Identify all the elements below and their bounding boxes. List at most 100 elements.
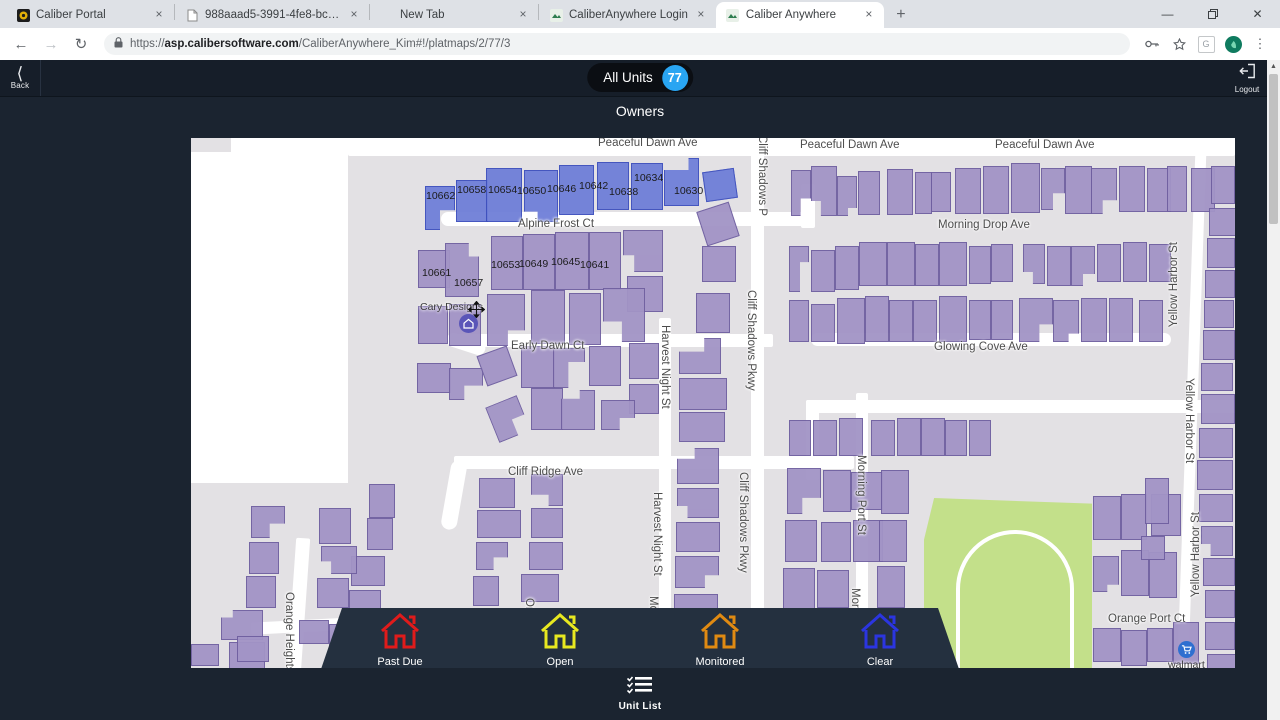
unit-building[interactable] <box>702 167 738 203</box>
unit-building[interactable] <box>897 418 921 456</box>
tab-close-icon[interactable]: × <box>516 8 530 22</box>
unit-building[interactable] <box>589 346 621 386</box>
unit-building[interactable] <box>887 242 915 286</box>
unit-building[interactable] <box>817 570 849 608</box>
minimize-icon[interactable]: — <box>1145 0 1190 28</box>
unit-building[interactable] <box>1204 300 1234 328</box>
unit-building[interactable] <box>1139 300 1163 342</box>
unit-building[interactable] <box>1201 394 1235 424</box>
unit-building[interactable] <box>237 636 269 662</box>
unit-building[interactable] <box>1205 590 1235 618</box>
unit-building[interactable] <box>839 418 863 456</box>
browser-tab[interactable]: 988aaad5-3991-4fe8-bcb6-134c × <box>175 2 369 28</box>
unit-building[interactable] <box>249 542 279 574</box>
star-icon[interactable] <box>1167 32 1191 56</box>
forward-nav-icon[interactable]: → <box>38 31 64 57</box>
unit-building[interactable] <box>811 304 835 342</box>
unit-building[interactable] <box>246 576 276 608</box>
unit-building[interactable] <box>983 166 1009 214</box>
unit-building[interactable] <box>1201 363 1233 391</box>
unit-building[interactable] <box>1207 238 1235 268</box>
unit-building[interactable] <box>369 484 395 518</box>
unit-building[interactable] <box>676 522 720 552</box>
unit-building[interactable] <box>702 246 736 282</box>
legend-item-monitored[interactable]: Monitored <box>640 612 800 668</box>
unit-building[interactable] <box>1145 478 1169 524</box>
unit-building[interactable] <box>969 420 991 456</box>
shopping-cart-icon[interactable] <box>1178 641 1195 658</box>
app-back-button[interactable]: ⟨ Back <box>0 60 41 96</box>
unit-building[interactable] <box>1093 496 1121 540</box>
unit-building[interactable] <box>991 244 1013 282</box>
unit-building[interactable] <box>931 172 951 212</box>
unit-building[interactable] <box>317 578 349 608</box>
legend-item-clear[interactable]: Clear <box>800 612 960 668</box>
plat-map[interactable]: 10662 10658 10654 10650 10646 10642 1063… <box>191 138 1235 687</box>
unit-building[interactable] <box>417 363 451 393</box>
new-tab-button[interactable]: + <box>888 2 914 28</box>
tab-close-icon[interactable]: × <box>694 8 708 22</box>
tab-close-icon[interactable]: × <box>862 8 876 22</box>
unit-building[interactable] <box>569 293 601 345</box>
address-bar[interactable]: https://asp.calibersoftware.com/CaliberA… <box>104 33 1130 55</box>
unit-building[interactable] <box>945 420 967 456</box>
unit-building[interactable] <box>1167 166 1187 212</box>
unit-building[interactable] <box>1203 330 1235 360</box>
unit-building[interactable] <box>1121 630 1147 666</box>
profile-avatar[interactable] <box>1221 32 1245 56</box>
unit-building[interactable] <box>871 420 895 456</box>
maximize-icon[interactable] <box>1190 0 1235 28</box>
unit-building[interactable] <box>785 520 817 562</box>
scrollbar-thumb[interactable] <box>1269 74 1278 224</box>
unit-building[interactable] <box>859 242 887 286</box>
unit-building[interactable] <box>921 418 945 456</box>
legend-item-open[interactable]: Open <box>480 612 640 668</box>
unit-building[interactable] <box>837 298 865 344</box>
unit-building[interactable] <box>939 296 967 342</box>
unit-building[interactable] <box>629 343 659 379</box>
tab-close-icon[interactable]: × <box>152 8 166 22</box>
back-nav-icon[interactable]: ← <box>8 31 34 57</box>
page-scrollbar[interactable]: ▲ <box>1267 60 1280 720</box>
unit-building[interactable] <box>1147 628 1173 662</box>
tab-close-icon[interactable]: × <box>347 8 361 22</box>
unit-building[interactable] <box>1123 242 1147 282</box>
unit-building[interactable] <box>813 420 837 456</box>
extension-icon[interactable]: G <box>1194 32 1218 56</box>
unit-building[interactable] <box>521 346 555 388</box>
unit-building[interactable] <box>1047 246 1071 286</box>
browser-tab[interactable]: New Tab × <box>370 2 538 28</box>
scroll-up-arrow[interactable]: ▲ <box>1267 60 1280 73</box>
unit-building[interactable] <box>858 171 880 215</box>
unit-building[interactable] <box>915 244 939 286</box>
unit-building[interactable] <box>1097 244 1121 282</box>
unit-building[interactable] <box>679 378 727 410</box>
unit-building[interactable] <box>1121 494 1147 540</box>
unit-building[interactable] <box>969 300 991 340</box>
unit-building[interactable] <box>367 518 393 550</box>
unit-building[interactable] <box>679 412 725 442</box>
unit-building[interactable] <box>531 388 563 430</box>
logout-button[interactable]: Logout <box>1226 60 1268 96</box>
unit-building[interactable] <box>1093 628 1121 662</box>
unit-building[interactable] <box>955 168 981 214</box>
unit-building[interactable] <box>969 246 991 284</box>
unit-building[interactable] <box>1199 494 1233 522</box>
browser-menu-icon[interactable]: ⋮ <box>1248 32 1272 56</box>
key-icon[interactable] <box>1140 32 1164 56</box>
unit-building[interactable] <box>821 522 851 562</box>
unit-building[interactable] <box>887 169 913 215</box>
unit-building[interactable] <box>1199 428 1233 458</box>
unit-building[interactable] <box>531 508 563 538</box>
unit-building[interactable] <box>479 478 515 508</box>
browser-tab[interactable]: CaliberAnywhere Login × <box>539 2 716 28</box>
unit-building[interactable] <box>881 470 909 514</box>
unit-building[interactable] <box>1209 208 1235 236</box>
unit-building[interactable] <box>696 293 730 333</box>
unit-building[interactable] <box>865 296 889 342</box>
unit-building[interactable] <box>299 620 329 644</box>
unit-building[interactable] <box>913 300 937 342</box>
unit-building[interactable] <box>1011 163 1040 213</box>
unit-building[interactable] <box>191 644 219 666</box>
unit-building[interactable] <box>473 576 499 606</box>
